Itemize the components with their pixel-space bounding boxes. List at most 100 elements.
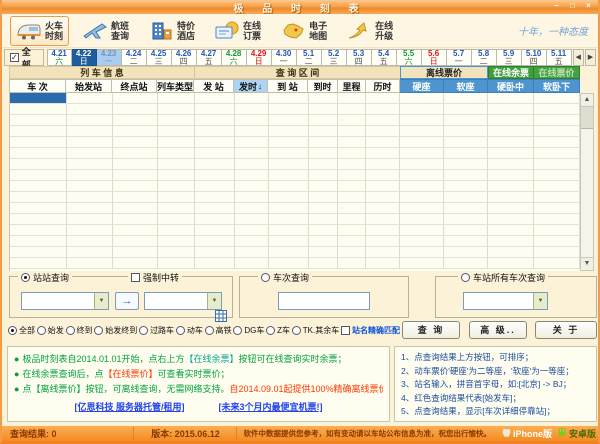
table-row[interactable] [10, 192, 580, 203]
column-group-3[interactable]: 在线余票 [488, 66, 534, 79]
android-app-link[interactable]: 安卓版 [557, 427, 596, 440]
date-tab-4.24[interactable]: 4.24 二 [121, 49, 147, 66]
station-all-combo[interactable]: ▼ [463, 292, 548, 310]
swap-direction-button[interactable]: → [115, 292, 139, 310]
date-tab-5.5[interactable]: 5.5 六 [396, 49, 422, 66]
date-tab-5.3[interactable]: 5.3 四 [346, 49, 372, 66]
table-row[interactable] [10, 170, 580, 181]
filter-option-6[interactable]: 高铁 [204, 325, 232, 336]
column-header-10[interactable]: 硬座 [400, 79, 444, 93]
column-header-13[interactable]: 软卧下 [534, 79, 580, 93]
filter-option-0[interactable]: 全部 [8, 325, 35, 336]
column-group-1[interactable]: 查 询 区 间 [194, 66, 400, 79]
filter-option-2[interactable]: 终到 [65, 325, 93, 336]
column-header-3[interactable]: 列车类型 [157, 79, 194, 93]
toolbar-button-update[interactable]: 在线 升级 [340, 16, 399, 46]
table-scrollbar[interactable]: ▲ ▼ [580, 93, 594, 271]
tabs-scroll-left-button[interactable]: ◀ [572, 49, 584, 66]
table-row[interactable] [10, 126, 580, 137]
minimize-button[interactable]: – [550, 1, 563, 12]
from-station-combo[interactable]: ▼ [21, 292, 109, 310]
scroll-up-icon[interactable]: ▲ [581, 94, 593, 107]
exact-match-checkbox[interactable]: 站名精确匹配 [341, 325, 400, 336]
date-tab-4.22[interactable]: 4.22 日 [71, 49, 97, 66]
all-dates-checkbox[interactable]: ✓ 全部 [4, 47, 44, 70]
column-header-4[interactable]: 发 站 [194, 79, 234, 93]
table-row[interactable] [10, 225, 580, 236]
column-header-8[interactable]: 里程 [338, 79, 366, 93]
station-all-trains-radio[interactable]: 车站所有车次查询 [458, 271, 549, 284]
column-group-2[interactable]: 离线票价 [400, 66, 488, 79]
scroll-down-icon[interactable]: ▼ [581, 257, 593, 270]
date-tab-5.9[interactable]: 5.9 三 [496, 49, 522, 66]
date-tab-4.28[interactable]: 4.28 六 [221, 49, 247, 66]
train-number-query-radio[interactable]: 车次查询 [258, 271, 313, 284]
table-row[interactable] [10, 148, 580, 159]
column-header-0[interactable]: 车 次 [9, 79, 66, 93]
date-tab-4.30[interactable]: 4.30 一 [271, 49, 297, 66]
filter-option-8[interactable]: Z车 [266, 325, 290, 336]
column-header-1[interactable]: 始发站 [66, 79, 112, 93]
table-row[interactable] [10, 93, 580, 104]
to-station-combo[interactable]: ▼ [144, 292, 222, 310]
maximize-button[interactable]: □ [566, 1, 579, 12]
date-tab-5.8[interactable]: 5.8 二 [471, 49, 497, 66]
date-tab-4.23[interactable]: 4.23 一 [96, 49, 122, 66]
chevron-down-icon[interactable]: ▼ [207, 293, 221, 309]
column-header-2[interactable]: 终点站 [112, 79, 157, 93]
toolbar-button-online-booking[interactable]: 在线 订票 [208, 16, 267, 46]
search-button[interactable]: 查 询 [402, 321, 460, 339]
table-row[interactable] [10, 159, 580, 170]
station-query-radio[interactable]: 站站查询 [18, 271, 73, 284]
date-tab-4.27[interactable]: 4.27 五 [196, 49, 222, 66]
grid-icon[interactable] [215, 310, 227, 322]
filter-option-5[interactable]: 动车 [175, 325, 203, 336]
column-header-6[interactable]: 到 站 [268, 79, 308, 93]
filter-option-3[interactable]: 始发终到 [94, 325, 137, 336]
date-tab-5.11[interactable]: 5.11 五 [546, 49, 572, 66]
date-tab-5.10[interactable]: 5.10 四 [521, 49, 547, 66]
table-row[interactable] [10, 236, 580, 247]
date-tab-5.4[interactable]: 5.4 五 [371, 49, 397, 66]
filter-option-9[interactable]: TK.其余车 [291, 325, 339, 336]
date-tab-4.29[interactable]: 4.29 日 [246, 49, 272, 66]
table-row[interactable] [10, 181, 580, 192]
table-row[interactable] [10, 115, 580, 126]
chevron-down-icon[interactable]: ▼ [533, 293, 547, 309]
date-tab-5.7[interactable]: 5.7 一 [446, 49, 472, 66]
table-row[interactable] [10, 214, 580, 225]
toolbar-button-map[interactable]: 电子 地图 [274, 16, 333, 46]
date-tab-4.21[interactable]: 4.21 六 [46, 49, 72, 66]
advanced-button[interactable]: 高 级.. [469, 321, 527, 339]
toolbar-button-flight-search[interactable]: 航班 查询 [76, 16, 135, 46]
date-tab-5.6[interactable]: 5.6 日 [421, 49, 447, 66]
toolbar-button-train-times[interactable]: 火车 时刻 [10, 15, 70, 46]
to-station-input[interactable] [145, 293, 207, 309]
train-number-input[interactable] [278, 292, 370, 310]
table-row[interactable] [10, 258, 580, 269]
cheap-flights-link[interactable]: [未来3个月内最便宜机票!] [219, 400, 323, 413]
table-row[interactable] [10, 203, 580, 214]
filter-option-1[interactable]: 始发 [36, 325, 64, 336]
date-tab-5.1[interactable]: 5.1 二 [296, 49, 322, 66]
column-header-9[interactable]: 历时 [366, 79, 400, 93]
column-header-12[interactable]: 硬卧中 [488, 79, 534, 93]
table-row[interactable] [10, 247, 580, 258]
column-group-0[interactable]: 列 车 信 息 [9, 66, 194, 79]
filter-option-4[interactable]: 过路车 [139, 325, 174, 336]
table-row[interactable] [10, 137, 580, 148]
scroll-thumb[interactable] [581, 107, 593, 129]
iphone-app-link[interactable]: iPhone版 [502, 427, 552, 440]
station-all-input[interactable] [464, 293, 533, 309]
column-header-5[interactable]: 发时 ↓ [234, 79, 268, 93]
chevron-down-icon[interactable]: ▼ [94, 293, 108, 309]
hosting-link[interactable]: [亿恩科技 服务器托管/租用] [75, 400, 185, 413]
toolbar-button-hotel-deals[interactable]: 特价 酒店 [142, 16, 201, 46]
column-header-11[interactable]: 软座 [444, 79, 488, 93]
column-header-7[interactable]: 到时 [308, 79, 338, 93]
tabs-scroll-right-button[interactable]: ▶ [584, 49, 597, 66]
filter-option-7[interactable]: DG车 [233, 325, 264, 336]
date-tab-4.25[interactable]: 4.25 三 [146, 49, 172, 66]
column-group-4[interactable]: 在线票价 [534, 66, 580, 79]
close-button[interactable]: × [582, 1, 595, 12]
